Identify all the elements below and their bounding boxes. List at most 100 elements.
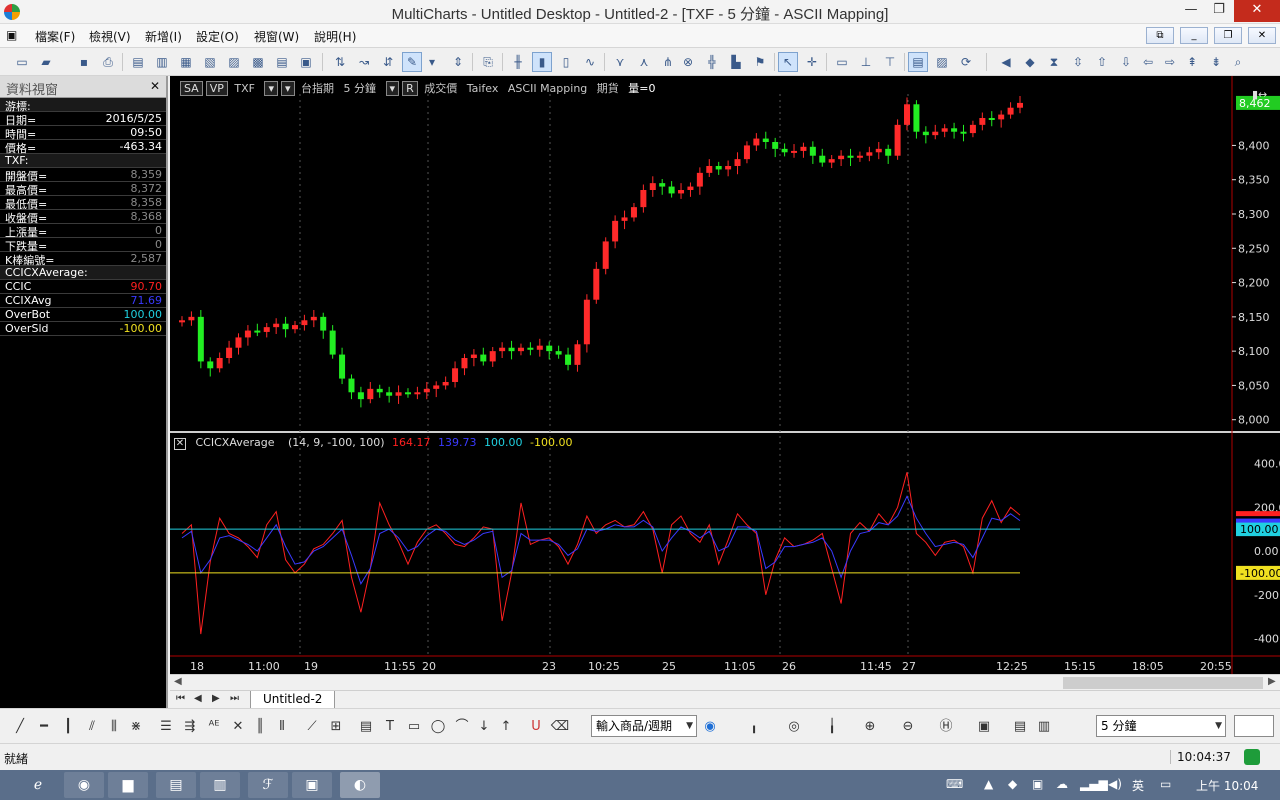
gann-icon[interactable]: ⋇ bbox=[126, 717, 146, 737]
channel-icon[interactable]: ⫼ bbox=[104, 717, 124, 737]
menu-help[interactable]: 說明(H) bbox=[314, 28, 356, 45]
ime-label[interactable]: 英 bbox=[1132, 777, 1144, 794]
dom-icon[interactable]: ▦ bbox=[176, 52, 196, 72]
chevron-down-icon[interactable]: ▼ bbox=[686, 716, 693, 736]
hollow-candle-icon[interactable]: ▯ bbox=[556, 52, 576, 72]
list-icon[interactable]: ▤ bbox=[356, 717, 376, 737]
text-tool-icon[interactable]: T bbox=[380, 717, 400, 737]
pencil-drawing-icon[interactable]: ✎ bbox=[402, 52, 422, 72]
portfolio-icon[interactable]: ▨ bbox=[224, 52, 244, 72]
sell-marker-icon[interactable]: ⊤ bbox=[880, 52, 900, 72]
taskbar-clock[interactable]: 上午 10:04 bbox=[1196, 777, 1258, 794]
mdi-close-button[interactable]: ✕ bbox=[1248, 27, 1276, 44]
andrews-icon[interactable]: ᴬᴱ bbox=[204, 717, 224, 737]
symbol-input[interactable]: 輸入商品/週期 ▼ bbox=[591, 715, 697, 737]
zigzag-icon[interactable]: ⋎ bbox=[610, 52, 630, 72]
new-chart-icon[interactable]: ▤ bbox=[128, 52, 148, 72]
desc-dropdown-icon[interactable]: ▾ bbox=[281, 81, 295, 96]
insert-indicator-icon[interactable]: ⇅ bbox=[330, 52, 350, 72]
chevron-down-icon[interactable]: ▾ bbox=[422, 52, 442, 72]
tray-up-arrow-icon[interactable]: ▲ bbox=[984, 777, 993, 791]
insert-signal-icon[interactable]: ↝ bbox=[354, 52, 374, 72]
bar-spacing-up-icon[interactable]: ⇧ bbox=[1092, 52, 1112, 72]
time-zones-icon[interactable]: ║ bbox=[250, 717, 270, 737]
notepad-icon[interactable]: ▤ bbox=[156, 772, 196, 798]
print-icon[interactable]: ⎙ bbox=[98, 52, 118, 72]
close-icon[interactable]: ✕ bbox=[174, 438, 186, 450]
tray-cloud-icon[interactable]: ☁ bbox=[1056, 777, 1068, 791]
ie-icon[interactable]: ℯ bbox=[18, 772, 58, 798]
clock-icon[interactable]: ◉ bbox=[700, 717, 720, 737]
vertical-line-icon[interactable]: ┃ bbox=[58, 717, 78, 737]
last-tab-icon[interactable]: ⏭ bbox=[230, 693, 239, 704]
tick-chart-icon[interactable]: ╻ bbox=[744, 717, 764, 737]
shift-left-icon[interactable]: ⇦ bbox=[1138, 52, 1158, 72]
flag-icon[interactable]: ⚑ bbox=[750, 52, 770, 72]
chart-trading-icon[interactable]: ▧ bbox=[200, 52, 220, 72]
ellipse-icon[interactable]: ◯ bbox=[428, 717, 448, 737]
pin-icon[interactable]: ▮↔ bbox=[1252, 88, 1267, 101]
scanner-icon[interactable]: ▥ bbox=[152, 52, 172, 72]
arrow-up-icon[interactable]: ↑ bbox=[496, 717, 516, 737]
day-chart-icon[interactable]: ▣ bbox=[974, 717, 994, 737]
fib-retracement-icon[interactable]: ☰ bbox=[156, 717, 176, 737]
month-chart-icon[interactable]: ▥ bbox=[1034, 717, 1054, 737]
arc-icon[interactable]: ⌒ bbox=[452, 717, 472, 737]
app-icon[interactable]: ▥ bbox=[200, 772, 240, 798]
symbol-dropdown-icon[interactable]: ▾ bbox=[264, 81, 279, 96]
save-icon[interactable]: ▪ bbox=[74, 52, 94, 72]
insert-study-icon[interactable]: ⇵ bbox=[378, 52, 398, 72]
week-chart-icon[interactable]: ▤ bbox=[1010, 717, 1030, 737]
grid-icon[interactable]: ⊞ bbox=[326, 717, 346, 737]
new-icon[interactable]: ▭ bbox=[12, 52, 32, 72]
horizontal-line-icon[interactable]: ━ bbox=[34, 717, 54, 737]
mdi-float-button[interactable]: ⧉ bbox=[1146, 27, 1174, 44]
chevron-down-icon[interactable]: ▼ bbox=[1215, 716, 1222, 736]
image-icon[interactable]: ▨ bbox=[932, 52, 952, 72]
text-note-icon[interactable]: ▭ bbox=[832, 52, 852, 72]
workspace-icon[interactable]: ▣ bbox=[6, 28, 17, 42]
refresh-icon[interactable]: ⟳ bbox=[956, 52, 976, 72]
mdi-minimize-button[interactable]: _ bbox=[1180, 27, 1208, 44]
bar-spacing-down-icon[interactable]: ⇩ bbox=[1116, 52, 1136, 72]
prev-tab-icon[interactable]: ◀ bbox=[194, 693, 202, 704]
fib-extension-icon[interactable]: ⇶ bbox=[180, 717, 200, 737]
pitchfork-icon[interactable]: ⟋ bbox=[302, 717, 322, 737]
window-icon[interactable]: ▣ bbox=[292, 772, 332, 798]
scale-down-icon[interactable]: ⇟ bbox=[1206, 52, 1226, 72]
keyboard-icon[interactable]: ⌨ bbox=[946, 777, 963, 791]
scroll-left-arrow-icon[interactable]: ◀ bbox=[174, 676, 182, 687]
pointer-icon[interactable]: ↖ bbox=[778, 52, 798, 72]
chrome-icon[interactable]: ◉ bbox=[64, 772, 104, 798]
open-folder-icon[interactable]: ▰ bbox=[36, 52, 56, 72]
menu-insert[interactable]: 新增(I) bbox=[145, 28, 182, 45]
explorer-icon[interactable]: ▆ bbox=[108, 772, 148, 798]
kagi-icon[interactable]: ⋔ bbox=[658, 52, 678, 72]
mdi-restore-button[interactable]: ❐ bbox=[1214, 27, 1242, 44]
minimize-button[interactable]: — bbox=[1176, 0, 1206, 22]
close-icon[interactable]: ✕ bbox=[150, 79, 160, 93]
report-icon[interactable]: ▩ bbox=[248, 52, 268, 72]
shift-right-icon[interactable]: ⇨ bbox=[1160, 52, 1180, 72]
scrollbar-thumb[interactable] bbox=[1063, 677, 1263, 689]
chart-canvas[interactable]: 8,400 8,350 8,300 8,250 8,200 8,150 8,100 8,050… bbox=[170, 76, 1280, 674]
data-window-icon[interactable]: ▣ bbox=[296, 52, 316, 72]
three-line-break-icon[interactable]: ╬ bbox=[702, 52, 722, 72]
expand-vertical-icon[interactable]: ⇳ bbox=[1068, 52, 1088, 72]
resolution-input[interactable] bbox=[1234, 715, 1274, 737]
r-button[interactable]: R bbox=[402, 81, 418, 96]
horizontal-scrollbar[interactable]: ◀ ▶ bbox=[170, 674, 1280, 690]
hourglass-icon[interactable]: ⧗ bbox=[1044, 52, 1064, 72]
scale-up-icon[interactable]: ⇞ bbox=[1182, 52, 1202, 72]
volume-chart-icon[interactable]: ◎ bbox=[784, 717, 804, 737]
second-chart-icon[interactable]: ⊕ bbox=[860, 717, 880, 737]
powerlanguage-icon[interactable]: ℱ bbox=[248, 772, 288, 798]
magnet-icon[interactable]: U bbox=[526, 717, 546, 737]
multicharts-task-icon[interactable]: ◐ bbox=[340, 772, 380, 798]
bar-chart-icon[interactable]: ╫ bbox=[508, 52, 528, 72]
screenshot-icon[interactable]: ⎘ bbox=[478, 52, 498, 72]
sa-button[interactable]: SA bbox=[180, 81, 203, 96]
minute-chart-icon[interactable]: ⊖ bbox=[898, 717, 918, 737]
first-tab-icon[interactable]: ⏮ bbox=[176, 693, 185, 704]
candlestick-icon[interactable]: ▮ bbox=[532, 52, 552, 72]
